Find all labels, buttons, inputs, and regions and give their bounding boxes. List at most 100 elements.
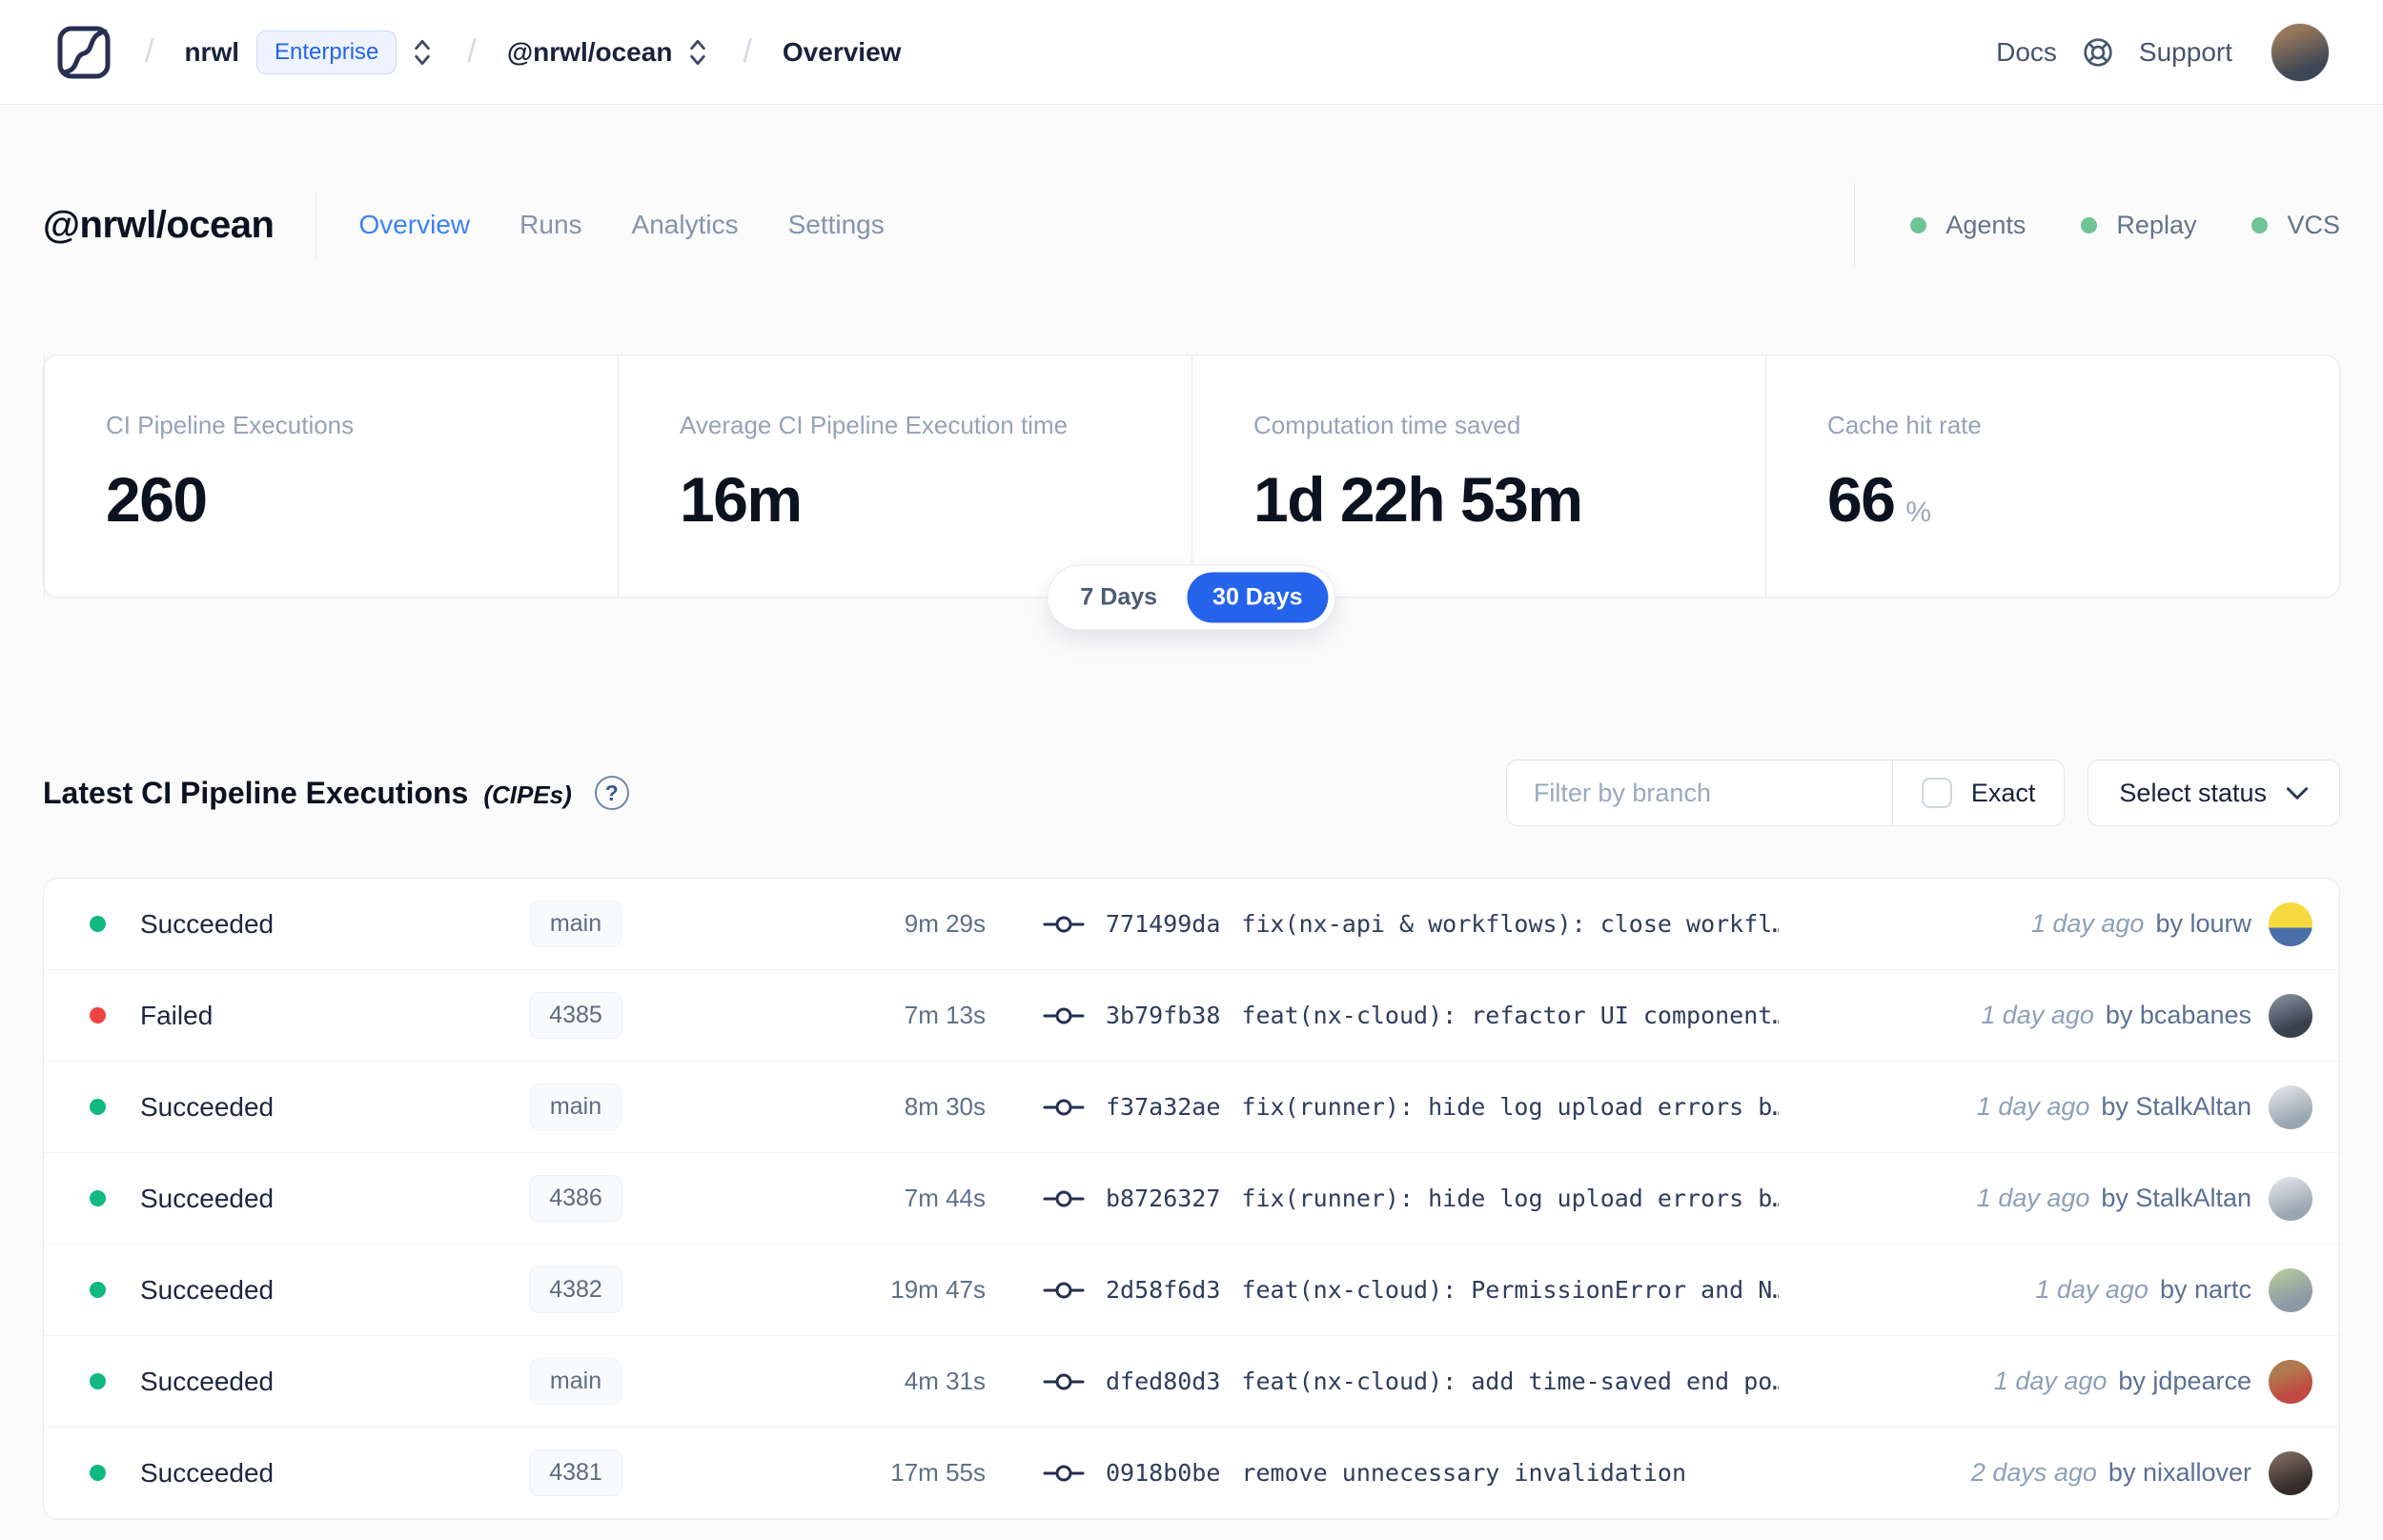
author-name: by lourw (2155, 909, 2251, 938)
author-avatar[interactable] (2269, 1267, 2312, 1312)
duration-cell: 7m 13s (904, 1001, 986, 1029)
stat-card: Average CI Pipeline Execution time 16m (618, 355, 1192, 597)
cipe-row[interactable]: Succeeded 4386 7m 44s b8726327 fix(runne… (44, 1153, 2339, 1245)
commit-hash: 771499da (1106, 910, 1221, 938)
service-status[interactable]: Replay (2081, 211, 2196, 240)
time-ago: 2 days ago (1970, 1458, 2097, 1487)
status-cell: Succeeded (90, 1092, 471, 1123)
cipe-row[interactable]: Succeeded main 4m 31s dfed80d3 feat(nx-c… (44, 1336, 2339, 1428)
branch-cell: main (471, 1084, 681, 1130)
status-text: Succeeded (140, 1457, 275, 1488)
help-icon[interactable]: ? (594, 776, 629, 810)
commit-cell[interactable]: 3b79fb38 feat(nx-cloud): refactor UI com… (986, 1002, 1779, 1029)
workspace-tab[interactable]: Settings (788, 210, 885, 240)
org-switcher-button[interactable] (408, 32, 437, 72)
branch-badge[interactable]: main (529, 901, 622, 947)
workspace-tab[interactable]: Analytics (632, 210, 739, 240)
user-avatar[interactable] (2271, 22, 2330, 82)
branch-cell: main (471, 1358, 681, 1405)
stat-number: 1d 22h 53m (1253, 464, 1583, 535)
commit-message: fix(runner): hide log upload errors b… (1241, 1185, 1779, 1212)
commit-message: feat(nx-cloud): refactor UI component… (1241, 1002, 1779, 1029)
git-commit-icon (1043, 1282, 1085, 1298)
breadcrumb-workspace[interactable]: @nrwl/ocean (507, 37, 673, 68)
status-select-label: Select status (2119, 778, 2267, 807)
stat-card: Computation time saved 1d 22h 53m (1192, 355, 1765, 597)
status-text: Succeeded (140, 1274, 275, 1305)
author-avatar[interactable] (2269, 1450, 2312, 1495)
branch-badge[interactable]: main (529, 1084, 622, 1130)
branch-badge[interactable]: 4381 (529, 1449, 622, 1496)
git-commit-icon (1043, 916, 1085, 932)
cipe-row[interactable]: Succeeded main 9m 29s 771499da fix(nx-ap… (44, 879, 2339, 970)
author-avatar[interactable] (2269, 993, 2312, 1038)
author-cell: 2 days ago by nixallover (1779, 1450, 2312, 1495)
main-content: @nrwl/ocean Overview Runs Analytics Sett… (0, 183, 2383, 1520)
branch-cell: main (471, 901, 681, 947)
author-avatar[interactable] (2269, 1084, 2312, 1129)
branch-cell: 4381 (471, 1449, 681, 1496)
status-cell: Succeeded (90, 1458, 471, 1489)
stat-number: 66 (1827, 464, 1896, 535)
stat-cards: CI Pipeline Executions 260 Average CI Pi… (43, 355, 2340, 598)
branch-badge[interactable]: 4386 (529, 1175, 622, 1222)
commit-cell[interactable]: 771499da fix(nx-api & workflows): close … (986, 910, 1779, 938)
author-avatar[interactable] (2269, 1359, 2312, 1404)
commit-message: feat(nx-cloud): PermissionError and N… (1241, 1276, 1779, 1304)
status-text: Succeeded (140, 908, 275, 939)
author-cell: 1 day ago by lourw (1779, 902, 2312, 946)
service-status[interactable]: VCS (2251, 211, 2340, 240)
commit-cell[interactable]: dfed80d3 feat(nx-cloud): add time-saved … (986, 1368, 1779, 1395)
stat-label: Computation time saved (1253, 411, 1521, 439)
status-text: Succeeded (140, 1366, 275, 1396)
service-status[interactable]: Agents (1910, 211, 2026, 240)
stat-number: 16m (680, 464, 803, 535)
commit-cell[interactable]: b8726327 fix(runner): hide log upload er… (986, 1185, 1779, 1212)
commit-cell[interactable]: f37a32ae fix(runner): hide log upload er… (986, 1093, 1779, 1121)
chevron-up-down-icon (415, 39, 431, 65)
status-cell: Succeeded (90, 909, 471, 940)
commit-message: remove unnecessary invalidation (1241, 1459, 1687, 1487)
duration-cell: 7m 44s (904, 1184, 986, 1212)
workspace-switcher-button[interactable] (683, 32, 712, 72)
commit-hash: 3b79fb38 (1106, 1002, 1221, 1029)
branch-cell: 4385 (471, 992, 681, 1039)
commit-hash: 0918b0be (1106, 1459, 1221, 1487)
breadcrumb-separator: / (743, 33, 752, 70)
branch-badge[interactable]: main (529, 1358, 622, 1405)
cipe-row[interactable]: Succeeded 4381 17m 55s 0918b0be remove u… (44, 1428, 2339, 1519)
breadcrumb-separator: / (467, 33, 477, 70)
commit-cell[interactable]: 0918b0be remove unnecessary invalidation (986, 1459, 1779, 1487)
git-commit-icon (1043, 1465, 1085, 1481)
workspace-tab[interactable]: Runs (519, 210, 581, 240)
breadcrumb-org[interactable]: nrwl (184, 37, 239, 68)
top-navbar: / nrwl Enterprise / @nrwl/ocean / Overvi… (0, 0, 2383, 105)
cipe-row[interactable]: Succeeded 4382 19m 47s 2d58f6d3 feat(nx-… (44, 1245, 2339, 1336)
author-name: by StalkAltan (2101, 1092, 2251, 1121)
cipe-row[interactable]: Failed 4385 7m 13s 3b79fb38 feat(nx-clou… (44, 970, 2339, 1062)
status-dot-icon (90, 1099, 106, 1115)
git-commit-icon (1043, 1099, 1085, 1115)
exact-checkbox[interactable] (1921, 778, 1952, 808)
duration-cell: 19m 47s (890, 1275, 986, 1304)
cipe-section-header: Latest CI Pipeline Executions (CIPEs) ? … (43, 760, 2340, 826)
cipe-row[interactable]: Succeeded main 8m 30s f37a32ae fix(runne… (44, 1062, 2339, 1153)
author-cell: 1 day ago by StalkAltan (1779, 1176, 2312, 1221)
workspace-tab[interactable]: Overview (358, 210, 470, 240)
branch-badge[interactable]: 4385 (529, 992, 622, 1039)
docs-link[interactable]: Docs (1996, 37, 2057, 68)
duration-cell: 8m 30s (904, 1092, 986, 1121)
branch-badge[interactable]: 4382 (529, 1266, 622, 1313)
author-cell: 1 day ago by StalkAltan (1779, 1084, 2312, 1129)
date-range-option[interactable]: 30 Days (1187, 572, 1329, 623)
git-commit-icon (1043, 1007, 1085, 1023)
breadcrumb-page: Overview (782, 36, 902, 67)
status-select-button[interactable]: Select status (2088, 760, 2340, 826)
commit-cell[interactable]: 2d58f6d3 feat(nx-cloud): PermissionError… (986, 1276, 1779, 1304)
support-link[interactable]: Support (2139, 37, 2232, 68)
author-avatar[interactable] (2269, 902, 2312, 946)
nx-logo-icon[interactable] (53, 22, 114, 83)
date-range-option[interactable]: 7 Days (1054, 573, 1183, 623)
author-avatar[interactable] (2269, 1176, 2312, 1221)
branch-filter-input[interactable] (1506, 760, 1892, 825)
